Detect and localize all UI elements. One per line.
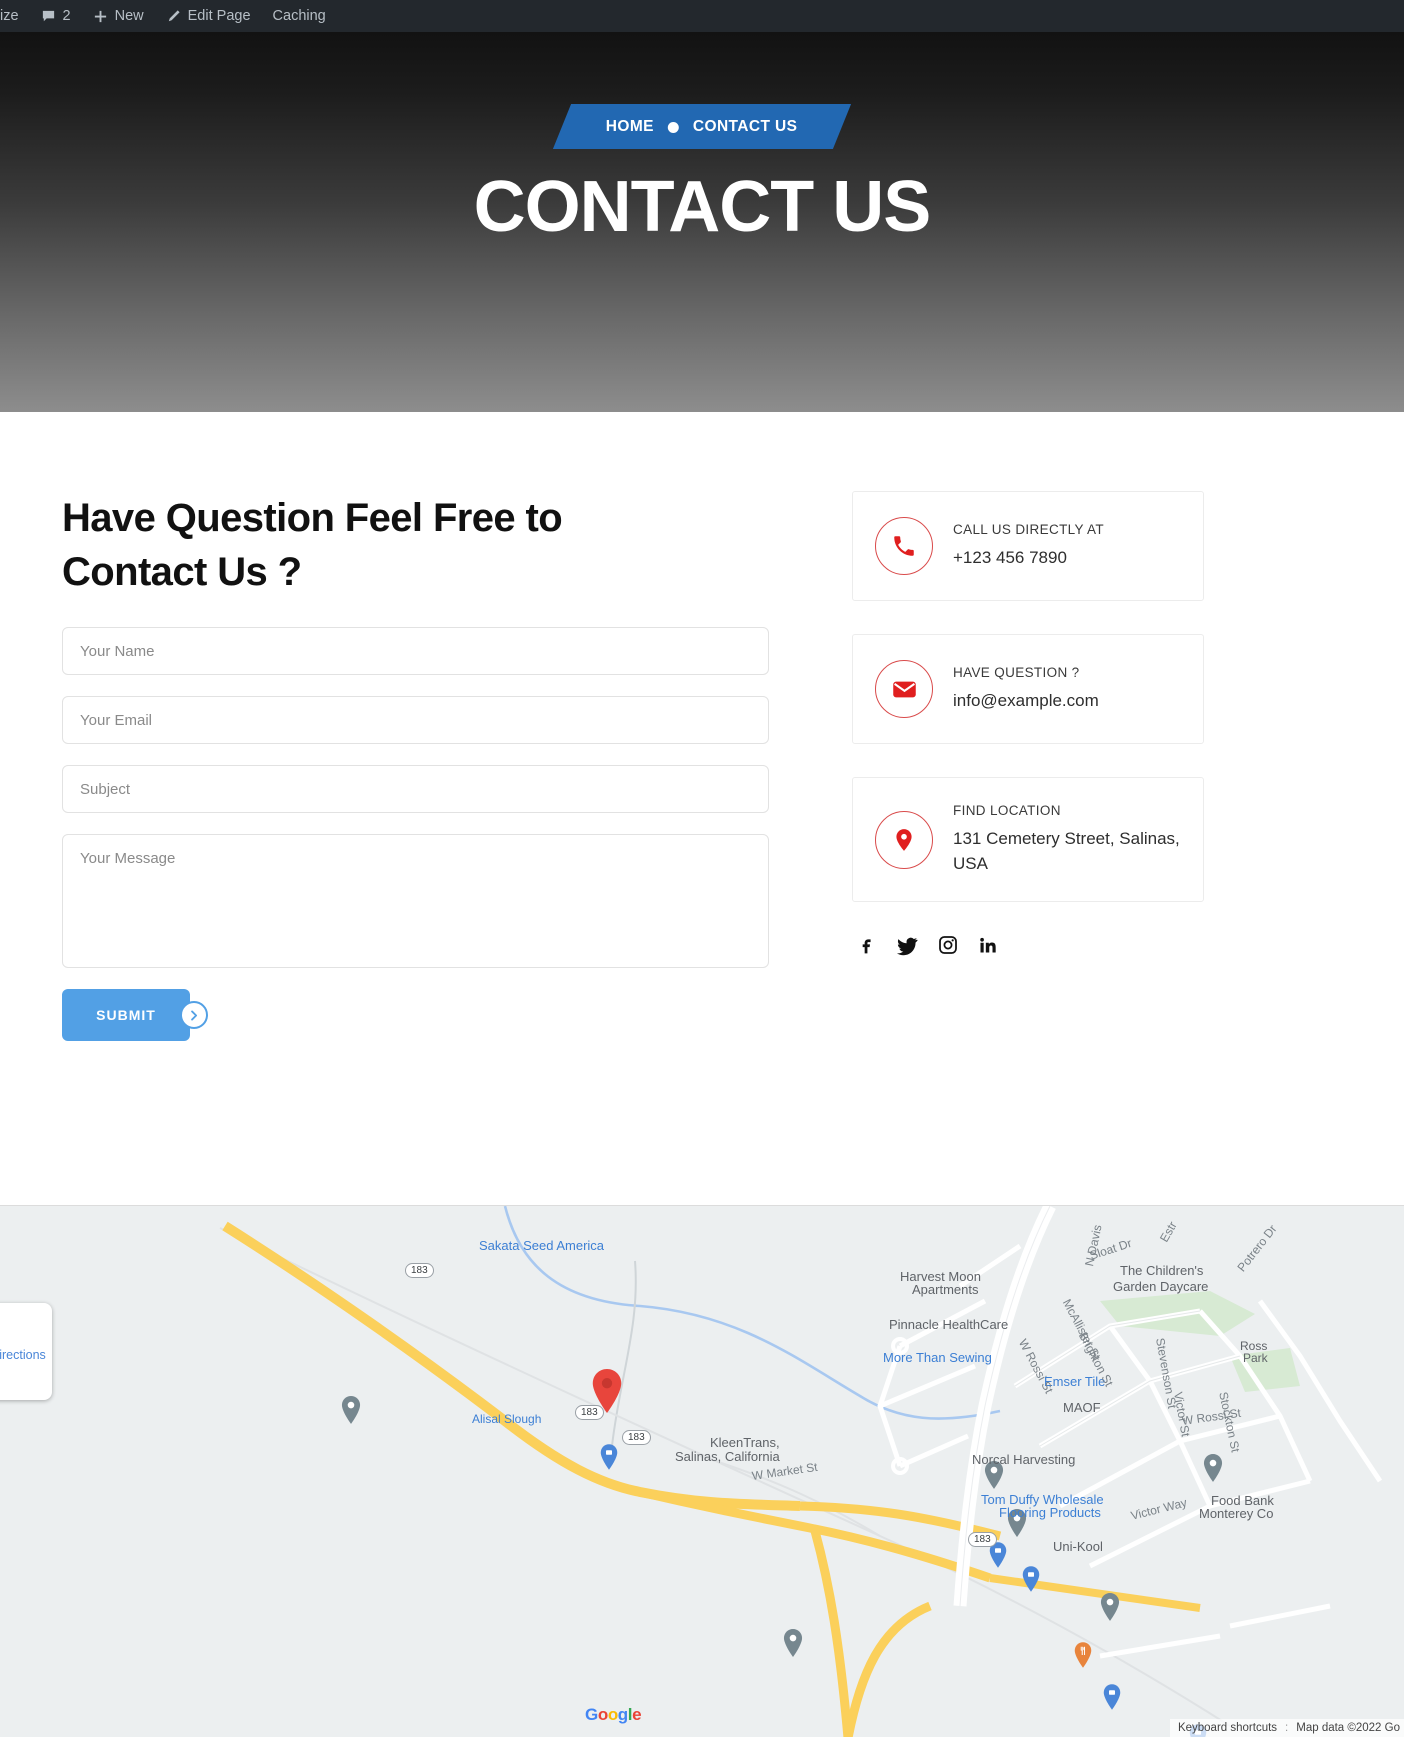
location-value: 131 Cemetery Street, Salinas, USA [953, 829, 1180, 873]
arrow-right-icon[interactable] [180, 1001, 208, 1029]
phone-label: CALL US DIRECTLY AT [953, 522, 1104, 537]
location-label: FIND LOCATION [953, 803, 1061, 818]
attribution-separator: : [1285, 1722, 1289, 1734]
contact-card-phone[interactable]: CALL US DIRECTLY AT +123 456 7890 [852, 491, 1204, 601]
envelope-icon [875, 660, 933, 718]
map-marker-business[interactable] [600, 1444, 618, 1470]
map-label: Pinnacle HealthCare [889, 1317, 1009, 1332]
map-label: Alisal Slough [472, 1412, 542, 1426]
email-value: info@example.com [953, 691, 1099, 710]
instagram-icon[interactable] [938, 935, 958, 957]
map-label: KleenTrans, [710, 1435, 780, 1450]
map-marker-business[interactable] [1022, 1566, 1040, 1592]
admin-bar-item-new[interactable]: New [82, 0, 155, 32]
breadcrumb-current: CONTACT US [693, 117, 798, 135]
map-label: Salinas, California [675, 1449, 780, 1464]
breadcrumb-separator-dot [668, 121, 680, 132]
new-label: New [114, 8, 144, 24]
name-input[interactable] [62, 627, 769, 675]
keyboard-shortcuts-link[interactable]: Keyboard shortcuts [1178, 1722, 1277, 1734]
map-label: The Children's [1120, 1263, 1204, 1278]
map-label: Norcal Harvesting [972, 1452, 1076, 1467]
submit-area: SUBMIT [62, 989, 208, 1041]
social-links [852, 935, 1204, 957]
map-label: Sakata Seed America [479, 1238, 605, 1253]
map-marker-business[interactable] [1103, 1684, 1121, 1710]
section-heading: Have Question Feel Free to Contact Us ? [62, 496, 563, 594]
map-label: MAOF [1063, 1400, 1101, 1415]
breadcrumb: HOME CONTACT US [0, 104, 1404, 149]
map-marker-restaurant[interactable] [1074, 1642, 1092, 1668]
map-attribution: Keyboard shortcuts : Map data ©2022 Go [1169, 1719, 1404, 1737]
admin-bar-item-customize[interactable]: ize [0, 0, 30, 32]
twitter-icon[interactable] [896, 935, 918, 957]
map-marker-poi[interactable] [1100, 1593, 1120, 1621]
map-pin-icon [875, 810, 933, 869]
map-marker-poi[interactable] [1203, 1454, 1223, 1482]
admin-bar-item-comments[interactable]: 2 [30, 0, 82, 32]
contact-card-email[interactable]: HAVE QUESTION ? info@example.com [852, 634, 1204, 744]
highway-shield: 183 [575, 1405, 604, 1420]
breadcrumb-shape: HOME CONTACT US [553, 104, 851, 149]
contact-form-column: Have Question Feel Free to Contact Us ? … [62, 491, 810, 1041]
map-label: Apartments [912, 1282, 979, 1297]
hero-banner: HOME CONTACT US CONTACT US [0, 32, 1404, 412]
contact-info-column: CALL US DIRECTLY AT +123 456 7890 HAVE Q… [852, 491, 1204, 1041]
pencil-icon [166, 9, 181, 24]
directions-label: Directions [0, 1347, 46, 1362]
main-content: Have Question Feel Free to Contact Us ? … [0, 412, 1404, 1205]
comment-count: 2 [62, 8, 71, 24]
map-data-text: Map data ©2022 Go [1296, 1722, 1400, 1734]
highway-shield: 183 [405, 1263, 434, 1278]
phone-icon [875, 517, 933, 575]
map-marker-poi[interactable] [341, 1396, 361, 1424]
subject-input[interactable] [62, 765, 769, 813]
linkedin-icon[interactable] [978, 935, 998, 957]
customize-label: ize [0, 8, 19, 24]
admin-bar-item-caching[interactable]: Caching [262, 0, 337, 32]
email-label: HAVE QUESTION ? [953, 665, 1080, 680]
wp-admin-bar: ize 2 New Edit Page Caching [0, 0, 1404, 32]
map-label: Garden Daycare [1113, 1279, 1209, 1294]
page-title: CONTACT US [473, 167, 932, 247]
highway-shield: 183 [968, 1532, 997, 1547]
edit-page-label: Edit Page [187, 8, 251, 24]
map-label: Uni-Kool [1053, 1539, 1103, 1554]
facebook-icon[interactable] [856, 935, 876, 957]
plus-icon [93, 9, 108, 24]
map-marker-poi[interactable] [783, 1629, 803, 1657]
breadcrumb-home-link[interactable]: HOME [606, 118, 654, 136]
google-map[interactable]: Salinas Garage TowingSakata Seed America… [0, 1205, 1404, 1737]
map-label: Monterey Co [1199, 1506, 1274, 1521]
map-label: Flooring Products [999, 1505, 1101, 1520]
message-textarea[interactable] [62, 834, 769, 968]
email-input[interactable] [62, 696, 769, 744]
map-label: More Than Sewing [883, 1350, 992, 1365]
caching-label: Caching [272, 8, 326, 24]
map-directions-card[interactable]: Directions [0, 1303, 52, 1400]
google-logo: Google [585, 1705, 642, 1724]
map-label: Park [1243, 1351, 1268, 1365]
admin-bar-item-edit-page[interactable]: Edit Page [155, 0, 262, 32]
phone-value: +123 456 7890 [953, 548, 1067, 567]
comment-icon [41, 9, 56, 24]
contact-card-location[interactable]: FIND LOCATION 131 Cemetery Street, Salin… [852, 777, 1204, 902]
submit-button[interactable]: SUBMIT [62, 989, 190, 1041]
highway-shield: 183 [622, 1430, 651, 1445]
